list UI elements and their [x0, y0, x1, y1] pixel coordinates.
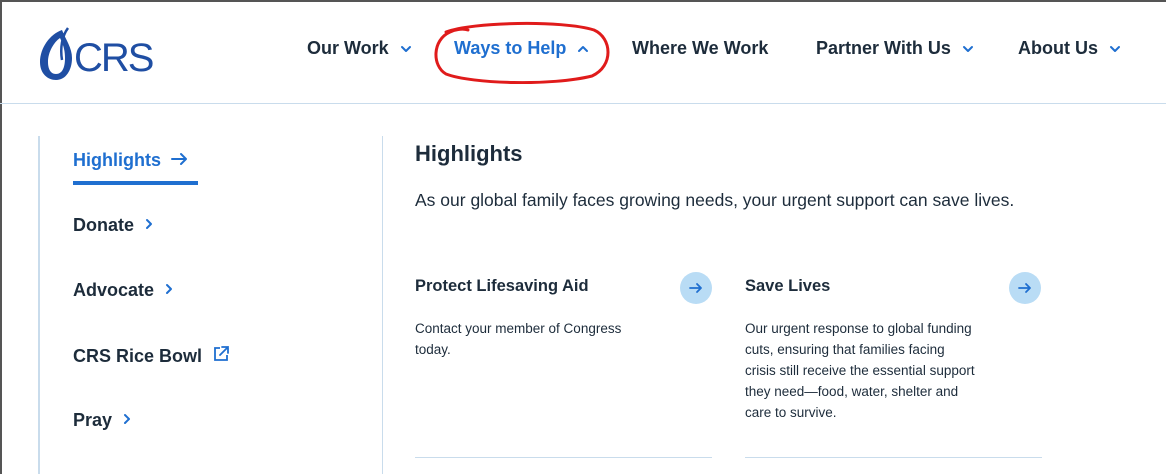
- active-item-underline: [73, 181, 198, 185]
- nav-where-we-work[interactable]: Where We Work: [632, 38, 768, 59]
- sidebar-item-pray[interactable]: Pray: [73, 410, 132, 431]
- sidebar-item-highlights[interactable]: Highlights: [73, 150, 189, 171]
- card-desc-line: cuts, ensuring that families facing: [745, 342, 945, 357]
- site-header: CRS Our Work Ways to Help Where We Work …: [0, 0, 1166, 104]
- nav-label: About Us: [1018, 38, 1098, 58]
- card-arrow-button[interactable]: [1009, 272, 1041, 304]
- logo-text: CRS: [74, 36, 154, 80]
- crs-logo[interactable]: CRS: [32, 26, 162, 84]
- chevron-down-icon: [961, 42, 975, 56]
- chevron-right-icon: [122, 410, 132, 431]
- sidebar-item-label: Donate: [73, 215, 135, 235]
- card-description: Our urgent response to global funding cu…: [745, 318, 975, 423]
- nav-label: Partner With Us: [816, 38, 951, 58]
- section-subtitle: As our global family faces growing needs…: [415, 190, 1015, 210]
- card-desc-line: crisis still receive the essential suppo…: [745, 363, 975, 378]
- chevron-right-icon: [144, 215, 154, 236]
- card-arrow-button[interactable]: [680, 272, 712, 304]
- nav-label: Where We Work: [632, 38, 769, 58]
- sidebar-item-label: CRS Rice Bowl: [73, 346, 203, 366]
- card-desc-line: Our urgent response to global funding: [745, 321, 972, 336]
- nav-partner-with-us[interactable]: Partner With Us: [816, 38, 975, 59]
- card-divider: [415, 457, 712, 458]
- card-desc-line: care to survive.: [745, 405, 837, 420]
- chevron-down-icon: [1108, 42, 1122, 56]
- arrow-right-icon: [689, 283, 702, 293]
- nav-label: Our Work: [307, 38, 389, 58]
- external-link-icon: [212, 345, 230, 368]
- sidebar-left-border: [38, 136, 40, 474]
- sidebar-item-label: Highlights: [73, 150, 161, 170]
- chevron-down-icon: [399, 42, 413, 56]
- card-title-save-lives[interactable]: Save Lives: [745, 277, 830, 296]
- nav-our-work[interactable]: Our Work: [307, 38, 413, 59]
- nav-about-us[interactable]: About Us: [1018, 38, 1122, 59]
- sidebar-divider: [382, 136, 383, 474]
- card-title-protect-lifesaving-aid[interactable]: Protect Lifesaving Aid: [415, 277, 589, 296]
- arrow-right-icon: [1018, 283, 1031, 293]
- card-description: Contact your member of Congress today.: [415, 318, 621, 360]
- arrow-right-icon: [171, 150, 189, 171]
- card-desc-line: they need—food, water, shelter and: [745, 384, 959, 399]
- sidebar-item-advocate[interactable]: Advocate: [73, 280, 174, 301]
- card-desc-line: today.: [415, 342, 451, 357]
- sidebar-item-label: Pray: [73, 410, 113, 430]
- card-desc-line: Contact your member of Congress: [415, 321, 622, 336]
- sidebar-item-donate[interactable]: Donate: [73, 215, 154, 236]
- sidebar-item-label: Advocate: [73, 280, 155, 300]
- red-circle-annotation: [434, 21, 610, 84]
- section-title: Highlights: [415, 141, 523, 166]
- chevron-right-icon: [164, 280, 174, 301]
- sidebar-item-crs-rice-bowl[interactable]: CRS Rice Bowl: [73, 345, 230, 368]
- card-divider: [745, 457, 1042, 458]
